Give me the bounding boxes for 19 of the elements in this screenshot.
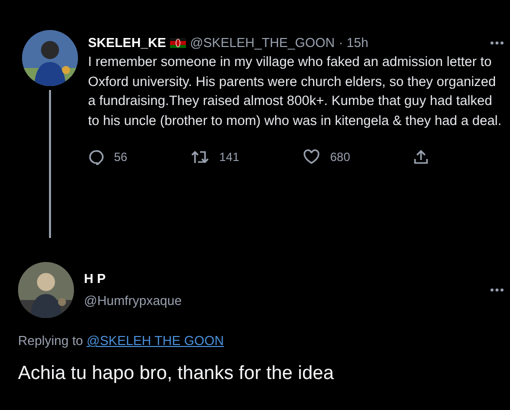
more-icon[interactable] <box>490 288 504 292</box>
display-name: SKELEH_KE <box>88 34 166 52</box>
action-count: 141 <box>219 149 240 166</box>
retweet-icon[interactable] <box>191 149 210 165</box>
flag-icon <box>170 38 186 48</box>
mention-link[interactable]: @SKELEH THE GOON <box>86 333 224 348</box>
share-icon[interactable] <box>414 149 428 165</box>
tweet-text: I remember someone in my village who faked an admission letter to Oxford university. His parents were church elders, so they organized a fundraising.They raised almost 800k+. Kumbe that guy had talked to his uncle (brother to mom) who was in kitengela & they had a deal. <box>88 53 502 130</box>
post-time: · 15h <box>338 34 368 52</box>
comment-icon[interactable] <box>88 149 104 165</box>
replying-label: Replying to <box>18 333 84 348</box>
heart-icon[interactable] <box>303 149 320 165</box>
action-count: 56 <box>114 149 128 166</box>
user-handle: @SKELEH_THE_GOON <box>190 34 335 52</box>
action-count: 680 <box>330 149 350 166</box>
reply-text: Achia tu hapo bro, thanks for the idea <box>17 362 335 386</box>
display-name: H P <box>84 270 107 288</box>
user-handle: @Humfrypxaque <box>84 292 183 310</box>
more-icon[interactable] <box>490 41 504 45</box>
